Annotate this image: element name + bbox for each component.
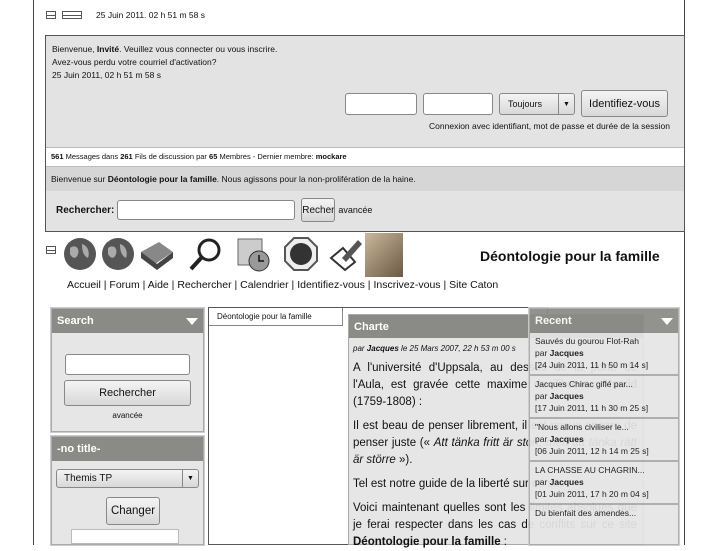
nav-site-caton[interactable]: Site Caton [449,279,498,291]
welcome-banner: Bienvenue sur Déontologie pour la famill… [46,167,684,191]
collapse-triangle-icon[interactable] [186,317,198,325]
login-hint: Connexion avec identifiant, mot de passe… [429,121,670,131]
top-search-input[interactable] [117,200,296,220]
nav-inscrivez-vous[interactable]: Inscrivez-vous [373,279,440,291]
dropdown-arrow-icon: ▼ [182,470,198,487]
globe-icon[interactable] [100,236,136,272]
theme-preview-image [71,529,179,544]
welcome-line: Bienvenue, Invité. Veuillez vous connect… [52,44,278,54]
author-link[interactable]: Jacques [367,344,399,353]
recent-item[interactable]: Du bienfait des amendes... [530,505,678,522]
search-label: Rechercher: [56,204,115,216]
nav-accueil[interactable]: Accueil [67,279,101,291]
nav-rechercher[interactable]: Rechercher [177,279,231,291]
recent-item[interactable]: LA CHASSE AU CHAGRIN... par Jacques [01 Ju… [530,462,678,505]
theme-select[interactable]: Themis TP ▼ [56,469,199,488]
advanced-search-link[interactable]: avancée [338,205,372,215]
nav-identifiez-vous[interactable]: Identifiez-vous [297,279,365,291]
sidebar-search-input[interactable] [65,354,190,375]
site-title: Déontologie pour la famille [480,248,660,264]
recent-item[interactable]: Jacques Chirac giflé par... par Jacques [1… [530,376,678,419]
globe-icon[interactable] [62,236,98,272]
recent-panel: Recent Sauvés du gourou Flot-Rah par Jacq… [528,307,680,546]
recent-item[interactable]: "Nous allons civiliser le... par Jacques[… [530,419,678,462]
pen-paper-icon[interactable] [328,236,364,272]
theme-panel-header: -no title- [52,437,203,461]
stop-icon[interactable] [283,236,319,272]
portrait-bust-image [365,233,403,277]
nav-aide[interactable]: Aide [148,279,169,291]
latest-member-link[interactable]: mockare [316,152,347,161]
search-panel-header[interactable]: Search [52,309,203,333]
header-datetime: 25 Juin 2011. 02 h 51 m 58 s [96,10,206,20]
nav-calendrier[interactable]: Calendrier [240,279,288,291]
expand-toggle-icon[interactable] [62,11,82,19]
recent-header[interactable]: Recent [530,309,678,333]
search-panel: Search Rechercher avancée [50,307,205,433]
collapse-toggle-icon[interactable] [46,246,56,254]
top-search-button[interactable]: Recher [301,198,336,222]
user-panel: Bienvenue, Invité. Veuillez vous connect… [45,35,685,232]
book-icon[interactable] [139,236,175,272]
main-nav: Accueil | Forum | Aide | Rechercher | Ca… [67,279,499,291]
password-input[interactable] [423,93,493,115]
login-button[interactable]: Identifiez-vous [581,90,668,117]
lost-activation-link[interactable]: Avez-vous perdu votre courriel d'activat… [52,56,678,69]
collapse-toggle-icon[interactable] [46,11,56,19]
header-bar: 25 Juin 2011. 02 h 51 m 58 s [46,10,205,20]
sidebar-search-button[interactable]: Rechercher [64,380,191,406]
dropdown-arrow-icon: ▼ [558,94,574,114]
change-theme-button[interactable]: Changer [106,497,160,525]
tab-deontologie[interactable]: Déontologie pour la famille [209,308,343,326]
username-input[interactable] [345,93,417,115]
theme-panel: -no title- Themis TP ▼ Changer [50,435,205,546]
magnifier-icon[interactable] [188,236,224,272]
sidebar-advanced-link[interactable]: avancée [52,411,203,420]
forum-stats: 561 Messages dans 261 Fils de discussion… [46,147,684,167]
session-duration-select[interactable]: Toujours ▼ [499,93,575,115]
recent-item[interactable]: Sauvés du gourou Flot-Rah par Jacques [24 … [530,333,678,376]
nav-forum[interactable]: Forum [109,279,139,291]
collapse-triangle-icon[interactable] [661,317,673,325]
calendar-clock-icon[interactable] [235,236,271,272]
login-datetime: 25 Juin 2011, 02 h 51 m 58 s [52,70,162,80]
